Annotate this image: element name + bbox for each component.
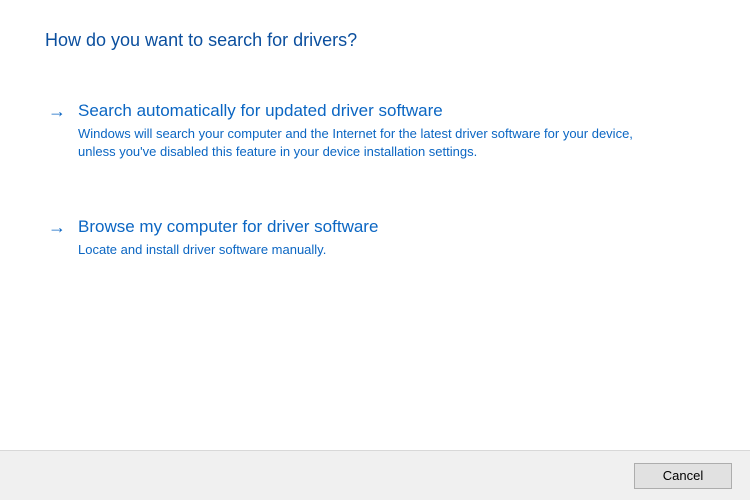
arrow-right-icon: → (48, 215, 66, 239)
option-search-auto[interactable]: → Search automatically for updated drive… (45, 99, 705, 161)
option-desc-browse: Locate and install driver software manua… (78, 241, 638, 259)
dialog-footer: Cancel (0, 450, 750, 500)
option-body: Browse my computer for driver software L… (78, 215, 705, 259)
cancel-button[interactable]: Cancel (634, 463, 732, 489)
dialog-title: How do you want to search for drivers? (45, 30, 705, 51)
arrow-right-icon: → (48, 99, 66, 123)
option-browse-computer[interactable]: → Browse my computer for driver software… (45, 215, 705, 259)
option-title-browse: Browse my computer for driver software (78, 215, 705, 239)
option-body: Search automatically for updated driver … (78, 99, 705, 161)
option-title-auto: Search automatically for updated driver … (78, 99, 705, 123)
option-desc-auto: Windows will search your computer and th… (78, 125, 638, 161)
